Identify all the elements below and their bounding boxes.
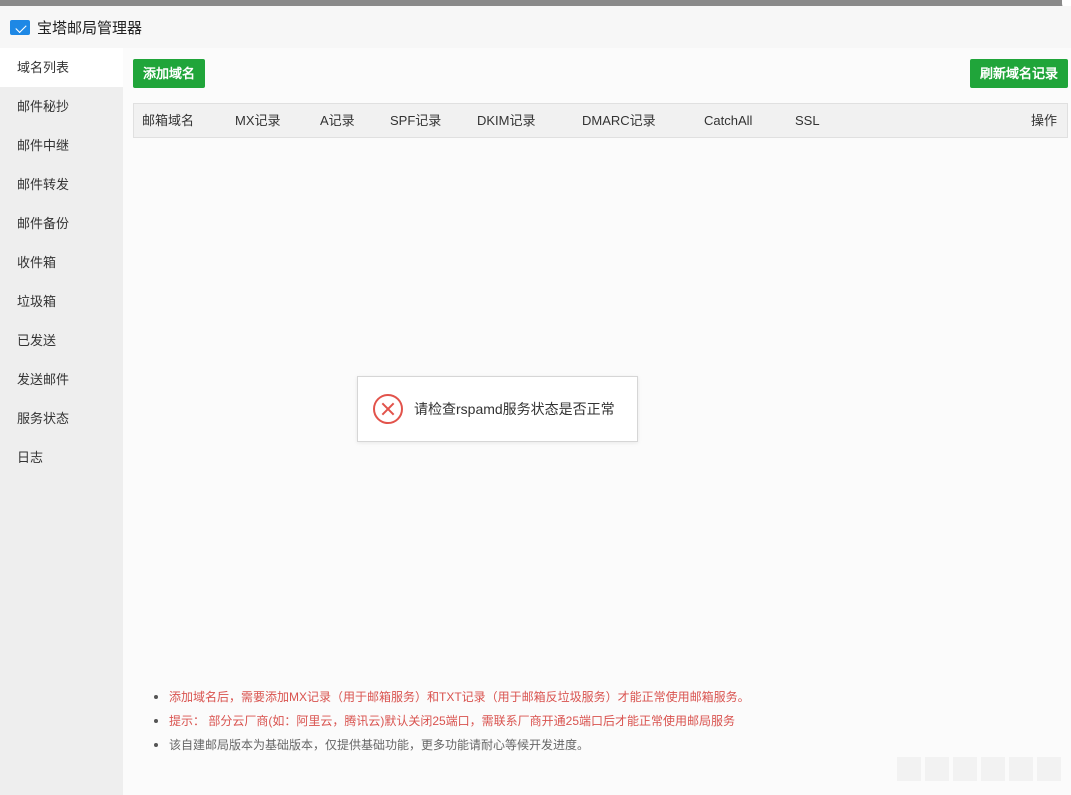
page-button[interactable]: [897, 757, 921, 781]
notes-list: 添加域名后，需要添加MX记录（用于邮箱服务）和TXT记录（用于邮箱反垃圾服务）才…: [151, 685, 750, 757]
note-item: 该自建邮局版本为基础版本，仅提供基础功能，更多功能请耐心等候开发进度。: [151, 733, 750, 757]
column-header-dkim[interactable]: DKIM记录: [477, 104, 536, 137]
sidebar-item-domain-list[interactable]: 域名列表: [0, 48, 123, 87]
window-title: 宝塔邮局管理器: [37, 19, 143, 37]
column-header-ssl[interactable]: SSL: [795, 104, 820, 137]
page-button[interactable]: [925, 757, 949, 781]
sidebar-item-logs[interactable]: 日志: [0, 438, 123, 477]
add-domain-button[interactable]: 添加域名: [133, 59, 206, 88]
sidebar-item-inbox[interactable]: 收件箱: [0, 243, 123, 282]
sidebar-item-mail-bcc[interactable]: 邮件秘抄: [0, 87, 123, 126]
page-button[interactable]: [981, 757, 1005, 781]
column-header-dmarc[interactable]: DMARC记录: [582, 104, 656, 137]
sidebar: 域名列表 邮件秘抄 邮件中继 邮件转发 邮件备份 收件箱 垃圾箱 已发送 发送邮…: [0, 48, 123, 795]
note-item: 添加域名后，需要添加MX记录（用于邮箱服务）和TXT记录（用于邮箱反垃圾服务）才…: [151, 685, 750, 709]
toast-message: 请检查rspamd服务状态是否正常: [414, 401, 615, 417]
mail-icon: [10, 19, 30, 35]
error-circle-icon: [373, 394, 403, 424]
column-header-spf[interactable]: SPF记录: [390, 104, 441, 137]
sidebar-item-service-status[interactable]: 服务状态: [0, 399, 123, 438]
sidebar-item-send-mail[interactable]: 发送邮件: [0, 360, 123, 399]
column-header-mx[interactable]: MX记录: [235, 104, 281, 137]
column-header-a[interactable]: A记录: [320, 104, 355, 137]
column-header-domain[interactable]: 邮箱域名: [142, 104, 194, 137]
pagination: [897, 757, 1061, 781]
column-header-catchall[interactable]: CatchAll: [704, 104, 752, 137]
note-item: 提示： 部分云厂商(如：阿里云，腾讯云)默认关闭25端口，需联系厂商开通25端口…: [151, 709, 750, 733]
page-button[interactable]: [1009, 757, 1033, 781]
sidebar-item-mail-backup[interactable]: 邮件备份: [0, 204, 123, 243]
sidebar-item-mail-forward[interactable]: 邮件转发: [0, 165, 123, 204]
title-bar: 宝塔邮局管理器: [0, 6, 1071, 48]
sidebar-item-sent[interactable]: 已发送: [0, 321, 123, 360]
page-button[interactable]: [953, 757, 977, 781]
column-header-actions: 操作: [1030, 113, 1057, 128]
sidebar-item-mail-relay[interactable]: 邮件中继: [0, 126, 123, 165]
domain-table-header: 邮箱域名 MX记录 A记录 SPF记录 DKIM记录 DMARC记录 Catch…: [133, 103, 1068, 138]
refresh-domain-records-button[interactable]: 刷新域名记录: [969, 59, 1068, 88]
page-button[interactable]: [1037, 757, 1061, 781]
error-toast: 请检查rspamd服务状态是否正常: [357, 376, 638, 442]
sidebar-item-trash[interactable]: 垃圾箱: [0, 282, 123, 321]
